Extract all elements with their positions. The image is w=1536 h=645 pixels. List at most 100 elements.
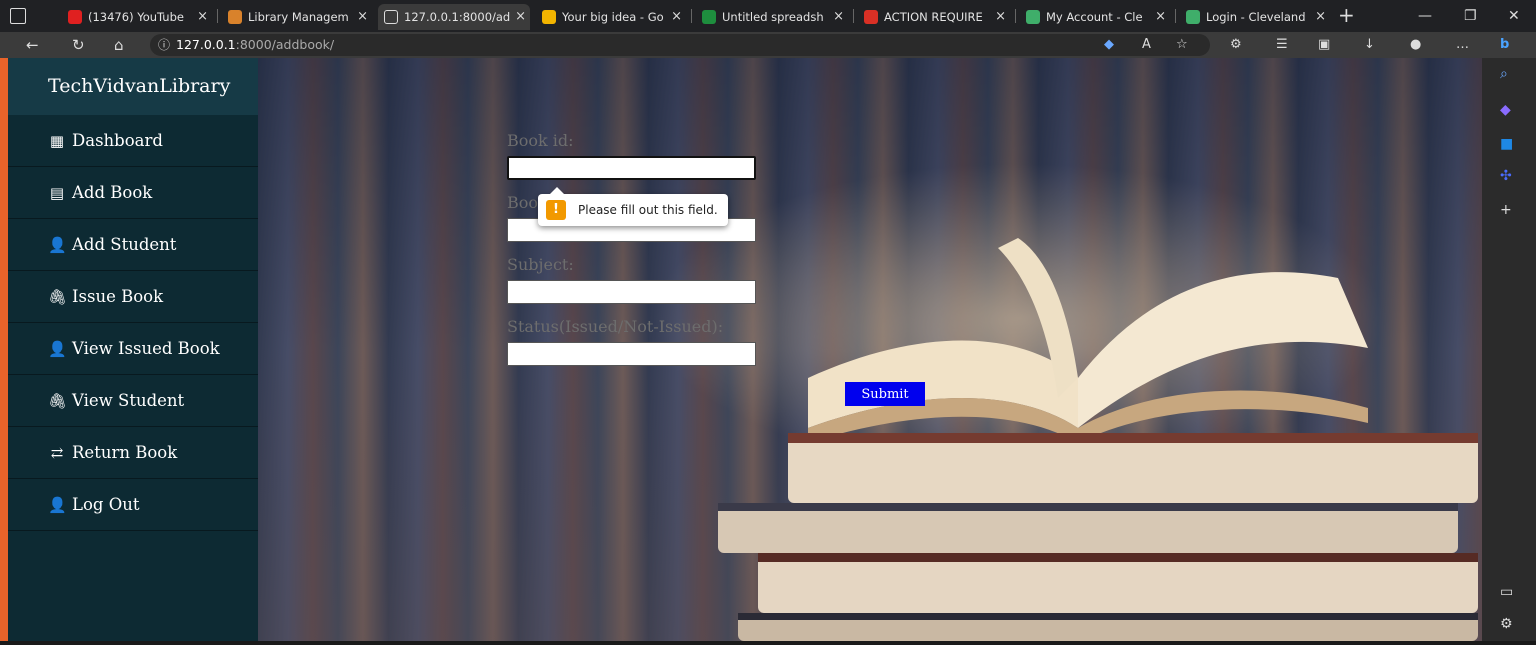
tab-my-account[interactable]: My Account - Cle × <box>1020 4 1170 30</box>
url-path: :8000/addbook/ <box>235 37 335 52</box>
user-icon: 👤 <box>48 339 67 358</box>
close-icon[interactable]: × <box>197 4 208 30</box>
user-icon: 👤 <box>48 235 67 254</box>
book-id-label: Book id: <box>507 131 574 150</box>
sidebar-item-label: View Issued Book <box>72 338 220 358</box>
paperclip-icon: 🖇 <box>48 287 68 306</box>
sidebar-item-add-student[interactable]: 👤 Add Student <box>8 219 258 271</box>
brand-title[interactable]: TechVidvanLibrary <box>8 58 258 115</box>
dashboard-icon: ▦ <box>49 131 65 150</box>
close-icon[interactable]: × <box>671 4 682 30</box>
tab-gmail[interactable]: ACTION REQUIRE × <box>858 4 1010 30</box>
sidebar-item-label: Log Out <box>72 494 140 514</box>
closed-books <box>718 433 1478 641</box>
favorites-list-icon[interactable]: ☰ <box>1276 36 1288 54</box>
favorite-icon[interactable]: ☆ <box>1176 36 1188 54</box>
tab-youtube[interactable]: (13476) YouTube × <box>62 4 212 30</box>
copilot-icon[interactable]: b <box>1500 36 1509 54</box>
home-icon[interactable]: ⌂ <box>114 34 124 56</box>
youtube-icon <box>68 10 82 24</box>
refresh-icon[interactable]: ↻ <box>72 34 85 56</box>
address-bar[interactable]: ⓘ 127.0.0.1:8000/addbook/ <box>150 34 1210 56</box>
window-close-icon[interactable]: ✕ <box>1508 4 1520 28</box>
tag-icon[interactable]: ◆ <box>1104 36 1114 54</box>
paperclip-icon: 🖇 <box>48 391 68 410</box>
sidebar: TechVidvanLibrary ▦ Dashboard ▤ Add Book… <box>8 58 258 641</box>
tab-title: ACTION REQUIRE <box>884 10 983 24</box>
sidebar-item-label: Add Student <box>72 234 177 254</box>
tab-login[interactable]: Login - Cleveland × <box>1180 4 1330 30</box>
sidebar-item-label: Issue Book <box>72 286 164 306</box>
tab-title: Your big idea - Go <box>562 10 664 24</box>
sidebar-item-log-out[interactable]: 👤 Log Out <box>8 479 258 531</box>
web-page: TechVidvanLibrary ▦ Dashboard ▤ Add Book… <box>8 58 1482 641</box>
tab-separator <box>217 9 218 23</box>
site-icon <box>1026 10 1040 24</box>
profile-avatar-icon[interactable]: ● <box>1410 36 1421 54</box>
tab-title: (13476) YouTube <box>88 10 184 24</box>
tab-library-management[interactable]: Library Managem × <box>222 4 372 30</box>
tab-spreadsheet[interactable]: Untitled spreadsh × <box>696 4 848 30</box>
url-host: 127.0.0.1 <box>176 37 236 52</box>
tab-title: Login - Cleveland <box>1206 10 1306 24</box>
tab-big-idea[interactable]: Your big idea - Go × <box>536 4 686 30</box>
close-icon[interactable]: × <box>995 4 1006 30</box>
sidebar-item-return-book[interactable]: ⇄ Return Book <box>8 427 258 479</box>
sheets-icon <box>702 10 716 24</box>
library-icon <box>228 10 242 24</box>
sidebar-item-view-student[interactable]: 🖇 View Student <box>8 375 258 427</box>
sidebar-item-issue-book[interactable]: 🖇 Issue Book <box>8 271 258 323</box>
book-id-input[interactable] <box>507 156 756 180</box>
slides-icon <box>542 10 556 24</box>
info-icon[interactable]: ⓘ <box>158 34 170 56</box>
close-icon[interactable]: × <box>833 4 844 30</box>
tab-addbook[interactable]: 127.0.0.1:8000/ad × <box>378 4 530 30</box>
sidebar-item-label: Return Book <box>72 442 178 462</box>
subject-input[interactable] <box>507 280 756 304</box>
sidebar-item-view-issued-book[interactable]: 👤 View Issued Book <box>8 323 258 375</box>
sidebar-toggle-icon[interactable]: ▭ <box>1500 584 1513 600</box>
submit-button[interactable]: Submit <box>845 382 925 406</box>
validation-tooltip: ! Please fill out this field. <box>538 187 728 226</box>
add-icon[interactable]: + <box>1500 202 1512 218</box>
download-icon[interactable]: ↓ <box>1364 36 1375 54</box>
add-book-form: Book id: Boo Subject: Status(Issued/Not-… <box>507 130 767 378</box>
read-aloud-icon[interactable]: A <box>1142 36 1151 54</box>
subject-label: Subject: <box>507 255 574 274</box>
tab-actions-icon[interactable] <box>10 8 26 24</box>
book-stack-illustration <box>718 238 1478 641</box>
new-tab-button[interactable]: + <box>1338 3 1355 27</box>
tab-separator <box>1175 9 1176 23</box>
page-icon <box>384 10 398 24</box>
minimize-icon[interactable]: — <box>1418 4 1432 28</box>
shopping-icon[interactable]: ◆ <box>1500 102 1511 118</box>
exchange-icon: ⇄ <box>50 443 64 462</box>
site-icon <box>1186 10 1200 24</box>
tools-icon[interactable]: ✣ <box>1500 168 1512 184</box>
sidebar-item-add-book[interactable]: ▤ Add Book <box>8 167 258 219</box>
close-icon[interactable]: × <box>515 4 526 30</box>
tab-title: Library Managem <box>248 10 349 24</box>
gmail-icon <box>864 10 878 24</box>
sidebar-item-label: Add Book <box>72 182 153 202</box>
outlook-icon[interactable]: ■ <box>1500 136 1513 152</box>
close-icon[interactable]: × <box>1155 4 1166 30</box>
browser-tab-strip: (13476) YouTube × Library Managem × 127.… <box>0 0 1536 32</box>
close-icon[interactable]: × <box>1315 4 1326 30</box>
back-icon[interactable]: ← <box>26 34 39 56</box>
tab-title: Untitled spreadsh <box>722 10 824 24</box>
extensions-icon[interactable]: ⚙ <box>1230 36 1242 54</box>
more-icon[interactable]: … <box>1456 36 1469 54</box>
sidebar-item-label: View Student <box>72 390 185 410</box>
search-icon[interactable]: ⌕ <box>1500 66 1508 82</box>
book-icon: ▤ <box>49 183 65 202</box>
close-icon[interactable]: × <box>357 4 368 30</box>
settings-icon[interactable]: ⚙ <box>1500 616 1513 632</box>
library-background-image <box>258 58 1482 641</box>
status-input[interactable] <box>507 342 756 366</box>
open-book <box>808 238 1368 443</box>
restore-icon[interactable]: ❐ <box>1464 4 1477 28</box>
sidebar-item-dashboard[interactable]: ▦ Dashboard <box>8 115 258 167</box>
window-bottom-edge <box>0 641 1536 645</box>
collections-icon[interactable]: ▣ <box>1318 36 1330 54</box>
